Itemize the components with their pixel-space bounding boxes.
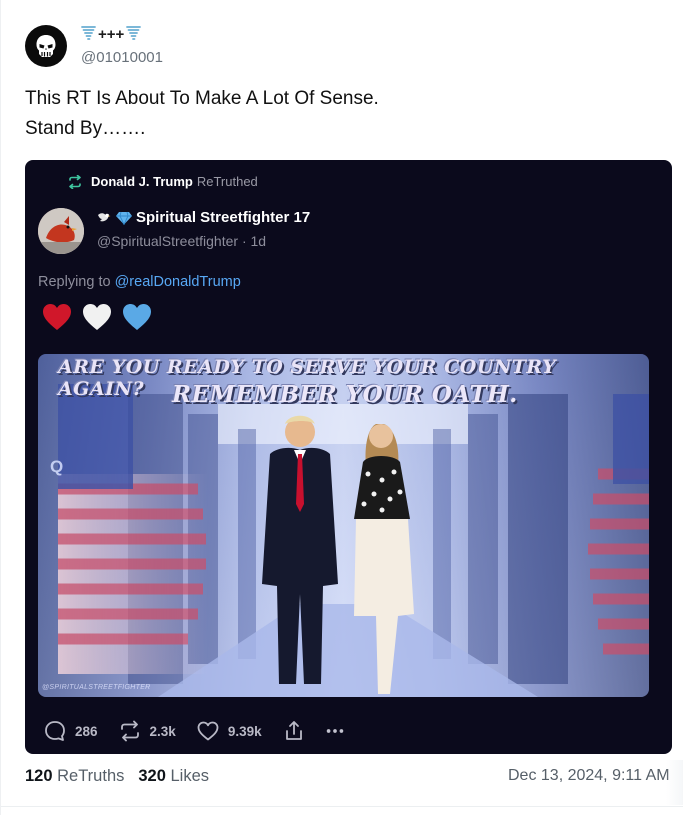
cardinal-image: [38, 208, 84, 254]
reply-icon: [45, 721, 65, 741]
retruth-label: ReTruthed: [196, 174, 258, 189]
share-icon: [285, 721, 302, 740]
likes-label: Likes: [170, 767, 210, 785]
retruths-stat[interactable]: 120 ReTruths: [25, 767, 124, 786]
ellipsis-icon: [326, 729, 343, 733]
retruths-label: ReTruths: [57, 767, 125, 785]
q-mark: Q: [50, 457, 64, 476]
tornado-icon: [126, 25, 142, 43]
like-count: 9.39k: [227, 723, 262, 739]
replying-to: Replying to @realDonaldTrump: [38, 274, 241, 290]
user-handle[interactable]: @01010001: [81, 49, 163, 66]
heart-outline-icon: [197, 721, 219, 741]
punisher-skull-icon: [36, 35, 56, 57]
media-caption-line2: REMEMBER YOUR OATH.: [172, 381, 518, 408]
media-watermark: @SPIRITUALSTREETFIGHTER: [42, 684, 151, 691]
reply-count: 286: [75, 723, 98, 739]
retruth-header: Donald J. Trump ReTruthed: [67, 174, 258, 189]
retruth-author-name-text: Spiritual Streetfighter 17: [136, 209, 311, 226]
post-text: This RT Is About To Make A Lot Of Sense.…: [25, 84, 379, 144]
right-edge-fade: [666, 760, 683, 805]
retruth-by-name[interactable]: Donald J. Trump: [91, 174, 193, 189]
heart-emoji-row: [41, 302, 153, 332]
retruth-author-meta: @SpiritualStreetfighter · 1d: [97, 233, 267, 249]
post-stats: 120 ReTruths 320 Likes: [25, 767, 209, 786]
replying-prefix: Replying to: [38, 274, 115, 290]
replying-mention-link[interactable]: @realDonaldTrump: [115, 274, 241, 290]
retruth-card[interactable]: Donald J. Trump ReTruthed Spiritual Stre…: [25, 160, 672, 754]
more-options-button[interactable]: [324, 720, 346, 742]
retruth-count: 2.3k: [149, 723, 176, 739]
reply-button[interactable]: 286: [43, 719, 98, 743]
gem-icon: [116, 211, 132, 225]
post-text-line: This RT Is About To Make A Lot Of Sense.: [25, 88, 379, 109]
user-avatar[interactable]: [25, 25, 67, 67]
retruths-count: 120: [25, 767, 53, 785]
post-media-image[interactable]: ARE YOU READY TO SERVE YOUR COUNTRY AGAI…: [38, 354, 649, 697]
share-button[interactable]: [282, 719, 306, 743]
tornado-icon: [81, 25, 96, 43]
retruth-author-avatar[interactable]: [38, 208, 84, 254]
retruth-icon: [69, 174, 81, 189]
eagle-icon: [98, 213, 111, 222]
post-timestamp: Dec 13, 2024, 9:11 AM: [508, 767, 670, 784]
blue-heart-icon: [123, 304, 151, 330]
display-name-text: +++: [98, 25, 125, 43]
white-heart-icon: [83, 304, 111, 330]
retruth-button[interactable]: 2.3k: [118, 719, 176, 743]
truth-post: +++ @01010001 This RT Is About To Make A…: [0, 0, 683, 815]
red-heart-icon: [43, 304, 71, 330]
retruth-author-name[interactable]: Spiritual Streetfighter 17: [97, 209, 310, 226]
retruth-action-bar: 286 2.3k 9.39k: [43, 719, 366, 743]
retruth-action-icon: [120, 720, 139, 742]
likes-stat[interactable]: 320 Likes: [138, 767, 209, 786]
post-text-line: Stand By…….: [25, 118, 146, 139]
like-button[interactable]: 9.39k: [196, 719, 262, 743]
likes-count: 320: [138, 767, 166, 785]
display-name[interactable]: +++: [81, 25, 142, 43]
divider: [1, 806, 683, 807]
